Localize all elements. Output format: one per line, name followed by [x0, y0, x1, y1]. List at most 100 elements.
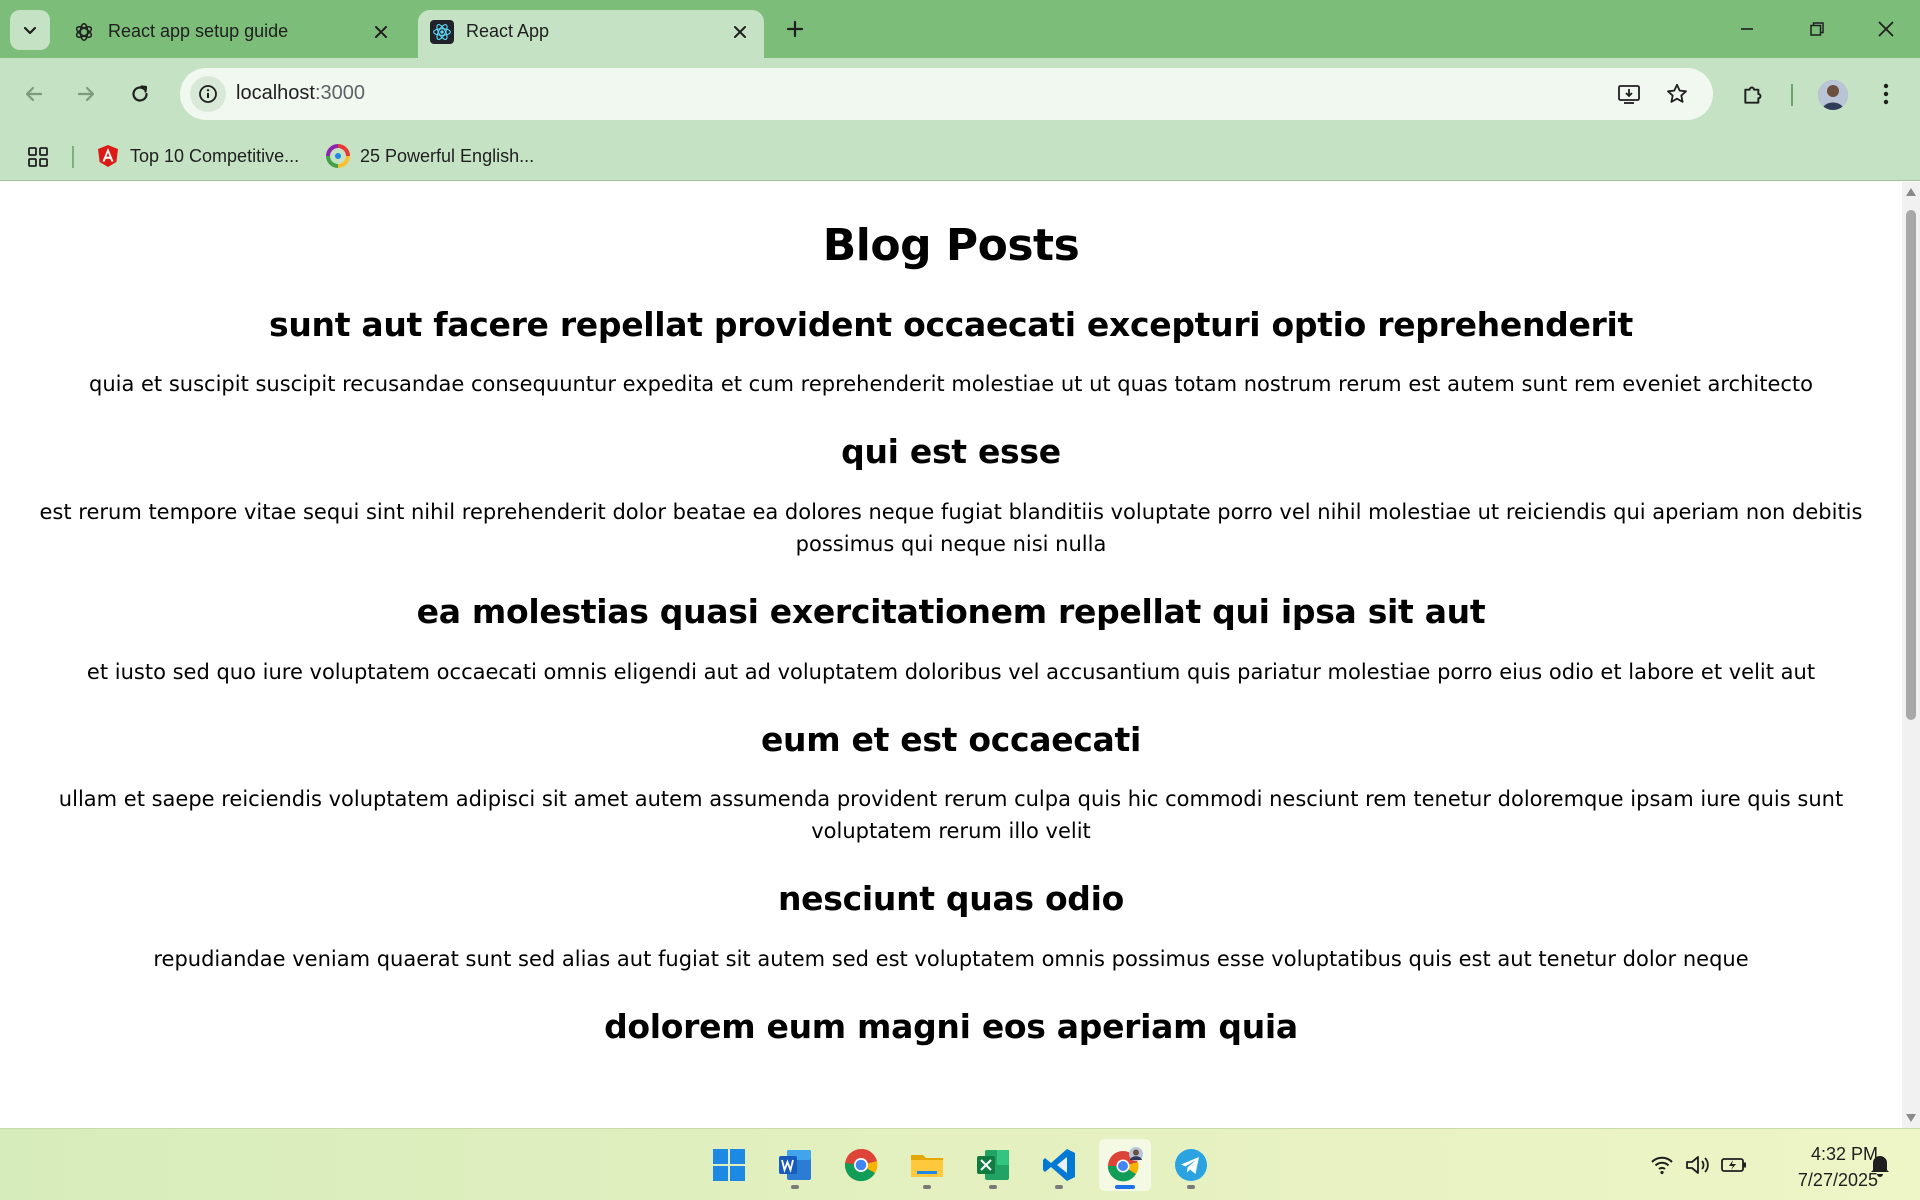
extensions-button[interactable] — [1734, 74, 1774, 114]
taskbar-chrome-profile[interactable] — [1099, 1139, 1151, 1191]
post-title: dolorem eum magni eos aperiam quia — [604, 1006, 1298, 1046]
person-icon — [1818, 80, 1848, 110]
wifi-button[interactable] — [1648, 1151, 1676, 1179]
site-info-button[interactable] — [190, 76, 226, 112]
url-text[interactable]: localhost:3000 — [236, 82, 365, 105]
bookmark-star-button[interactable] — [1659, 76, 1695, 112]
vertical-scrollbar[interactable] — [1902, 182, 1920, 1128]
reload-button[interactable] — [120, 74, 160, 114]
taskbar-telegram[interactable] — [1165, 1139, 1217, 1191]
post: qui est esse est rerum tempore vitae seq… — [28, 432, 1874, 560]
vscode-icon — [1043, 1149, 1075, 1181]
puzzle-icon — [1744, 86, 1762, 104]
bookmark-item[interactable]: 25 Powerful English... — [326, 140, 534, 172]
taskbar-excel[interactable] — [967, 1139, 1019, 1191]
triangle-up-icon — [1906, 188, 1916, 196]
taskbar-chrome[interactable] — [835, 1139, 887, 1191]
chevron-down-icon — [23, 26, 37, 35]
install-app-button[interactable] — [1611, 76, 1647, 112]
file-explorer-icon — [911, 1155, 943, 1177]
restore-icon — [1810, 22, 1824, 36]
address-bar[interactable]: localhost:3000 — [180, 68, 1713, 120]
new-tab-button[interactable] — [778, 12, 812, 46]
close-icon — [1878, 21, 1894, 37]
info-icon — [199, 85, 217, 103]
running-indicator — [791, 1185, 799, 1189]
scroll-up-arrow[interactable] — [1905, 186, 1917, 198]
install-app-icon — [1618, 85, 1640, 104]
speaker-icon — [1686, 1156, 1709, 1174]
forward-button[interactable] — [66, 74, 106, 114]
chrome-icon — [844, 1148, 878, 1182]
post-body: est rerum tempore vitae sequi sint nihil… — [39, 499, 1863, 556]
arrow-left-icon — [25, 86, 43, 102]
volume-button[interactable] — [1684, 1151, 1712, 1179]
close-window-button[interactable] — [1863, 8, 1909, 50]
reload-icon — [132, 85, 148, 102]
notifications-button[interactable] — [1866, 1151, 1894, 1179]
tab-search-button[interactable] — [10, 10, 50, 50]
post-title: ea molestias quasi exercitationem repell… — [416, 591, 1486, 631]
bookmark-item[interactable]: Top 10 Competitive... — [96, 140, 299, 172]
post: nesciunt quas odio repudiandae veniam qu… — [28, 879, 1874, 975]
back-button[interactable] — [14, 74, 54, 114]
minimize-icon — [1741, 28, 1753, 30]
excel-icon — [977, 1150, 1009, 1180]
post: sunt aut facere repellat provident occae… — [28, 305, 1874, 401]
close-icon[interactable] — [726, 18, 754, 46]
menu-button[interactable] — [1866, 74, 1906, 114]
running-indicator — [923, 1185, 931, 1189]
tab-react-setup-guide[interactable]: React app setup guide — [60, 10, 405, 58]
clock-time: 4:32 PM — [1810, 1144, 1878, 1164]
post-title: eum et est occaecati — [760, 719, 1142, 759]
url-host: localhost — [236, 82, 315, 104]
taskbar-file-explorer[interactable] — [901, 1139, 953, 1191]
arrow-right-icon — [77, 86, 95, 102]
url-port: :3000 — [314, 82, 365, 104]
bookmark-label: Top 10 Competitive... — [130, 145, 300, 166]
running-indicator — [1055, 1185, 1063, 1189]
windows-start-icon — [713, 1149, 745, 1181]
word-icon — [779, 1150, 811, 1180]
battery-button[interactable] — [1720, 1151, 1748, 1179]
profile-avatar[interactable] — [1818, 80, 1848, 110]
plus-icon — [786, 20, 804, 38]
toolbar-divider — [1791, 84, 1793, 106]
react-icon — [430, 20, 454, 44]
start-button[interactable] — [703, 1139, 755, 1191]
browser-toolbar: localhost:3000 — [0, 58, 1920, 132]
notification-bell-icon — [1871, 1155, 1889, 1177]
scroll-down-arrow[interactable] — [1905, 1112, 1917, 1124]
wifi-icon — [1651, 1156, 1673, 1175]
page-viewport: Blog Posts sunt aut facere repellat prov… — [0, 182, 1902, 1128]
tab-react-app[interactable]: React App — [418, 10, 764, 58]
running-indicator — [1115, 1185, 1135, 1189]
tab-title: React App — [466, 21, 550, 41]
taskbar-word[interactable] — [769, 1139, 821, 1191]
post-body: repudiandae veniam quaerat sunt sed alia… — [153, 946, 1749, 971]
clock-date: 7/27/2025 — [1797, 1170, 1878, 1190]
windows-taskbar: 4:32 PM 7/27/2025 — [0, 1128, 1920, 1200]
scroll-thumb[interactable] — [1906, 210, 1916, 720]
post-body: ullam et saepe reiciendis voluptatem adi… — [58, 787, 1844, 844]
restore-button[interactable] — [1794, 8, 1840, 50]
taskbar-vscode[interactable] — [1033, 1139, 1085, 1191]
taskbar-clock[interactable]: 4:32 PM 7/27/2025 — [1762, 1141, 1878, 1193]
colorful-logo-icon — [326, 144, 350, 168]
running-indicator — [1187, 1185, 1195, 1189]
close-icon[interactable] — [367, 18, 395, 46]
tab-strip: React app setup guide React App — [0, 0, 1920, 58]
bookmark-separator — [72, 146, 74, 168]
chrome-profile-icon — [1107, 1147, 1143, 1182]
post-title: qui est esse — [841, 432, 1061, 472]
post-body: quia et suscipit suscipit recusandae con… — [88, 372, 1813, 397]
battery-charging-icon — [1721, 1158, 1746, 1172]
angular-icon — [98, 145, 118, 167]
post: dolorem eum magni eos aperiam quia — [28, 1007, 1874, 1047]
post-title: sunt aut facere repellat provident occae… — [268, 304, 1634, 344]
bookmark-label: 25 Powerful English... — [360, 145, 535, 166]
running-indicator — [989, 1185, 997, 1189]
apps-button[interactable] — [24, 144, 52, 170]
minimize-button[interactable] — [1724, 8, 1770, 50]
apps-grid-icon — [28, 147, 48, 167]
